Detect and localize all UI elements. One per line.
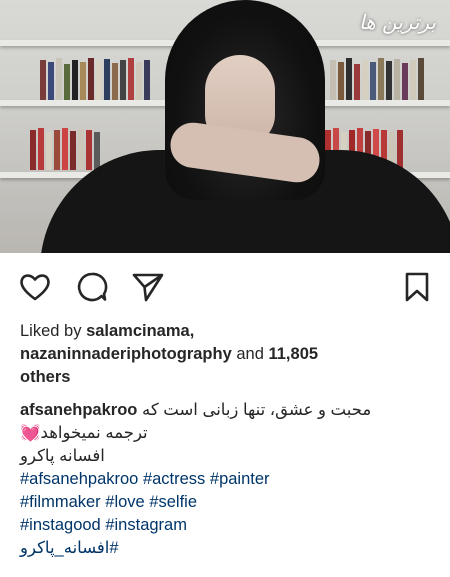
comment-icon[interactable] xyxy=(75,270,109,304)
post-action-bar xyxy=(0,270,450,306)
caption-text: محبت و عشق، تنها زبانی است که xyxy=(141,401,372,419)
hashtag-row: #instagood #instagram xyxy=(20,514,435,537)
watermark-logo: برترین ها xyxy=(359,10,436,34)
caption-text: افسانه پاکرو xyxy=(20,447,105,465)
hashtag-link[interactable]: #painter xyxy=(210,470,270,488)
hashtag-row: #افسانه_پاکرو xyxy=(20,537,435,560)
hashtag-link[interactable]: #instagram xyxy=(105,516,187,534)
paper-plane-icon[interactable] xyxy=(131,270,165,304)
liker-username[interactable]: salamcinama, xyxy=(86,322,194,340)
likes-connector: and xyxy=(236,345,264,363)
hashtag-link[interactable]: #afsanehpakroo xyxy=(20,470,138,488)
likes-others[interactable]: others xyxy=(20,368,70,386)
hashtag-link[interactable]: #instagood xyxy=(20,516,101,534)
hashtag-link[interactable]: #افسانه_پاکرو xyxy=(20,539,119,557)
hashtag-row: #afsanehpakroo #actress #painter xyxy=(20,468,435,491)
liker-username[interactable]: nazaninnaderiphotography xyxy=(20,345,232,363)
hashtag-link[interactable]: #love xyxy=(105,493,144,511)
hashtag-link[interactable]: #actress xyxy=(143,470,205,488)
bookmark-icon[interactable] xyxy=(400,270,434,304)
likes-prefix: Liked by xyxy=(20,322,82,340)
post-caption-area: Liked by salamcinama, nazaninnaderiphoto… xyxy=(20,320,435,560)
post-photo[interactable]: برترین ها xyxy=(0,0,450,253)
books xyxy=(330,56,440,100)
caption: afsanehpakroo محبت و عشق، تنها زبانی است… xyxy=(20,399,435,560)
heart-icon[interactable] xyxy=(18,270,52,304)
caption-text: ترجمه نمیخواهد💓 xyxy=(20,424,148,442)
likes-summary: Liked by salamcinama, nazaninnaderiphoto… xyxy=(20,320,435,389)
caption-username[interactable]: afsanehpakroo xyxy=(20,401,137,419)
hashtag-link[interactable]: #filmmaker xyxy=(20,493,101,511)
hashtag-row: #filmmaker #love #selfie xyxy=(20,491,435,514)
books xyxy=(40,56,160,100)
hashtag-link[interactable]: #selfie xyxy=(149,493,197,511)
likes-count[interactable]: 11,805 xyxy=(268,345,318,363)
